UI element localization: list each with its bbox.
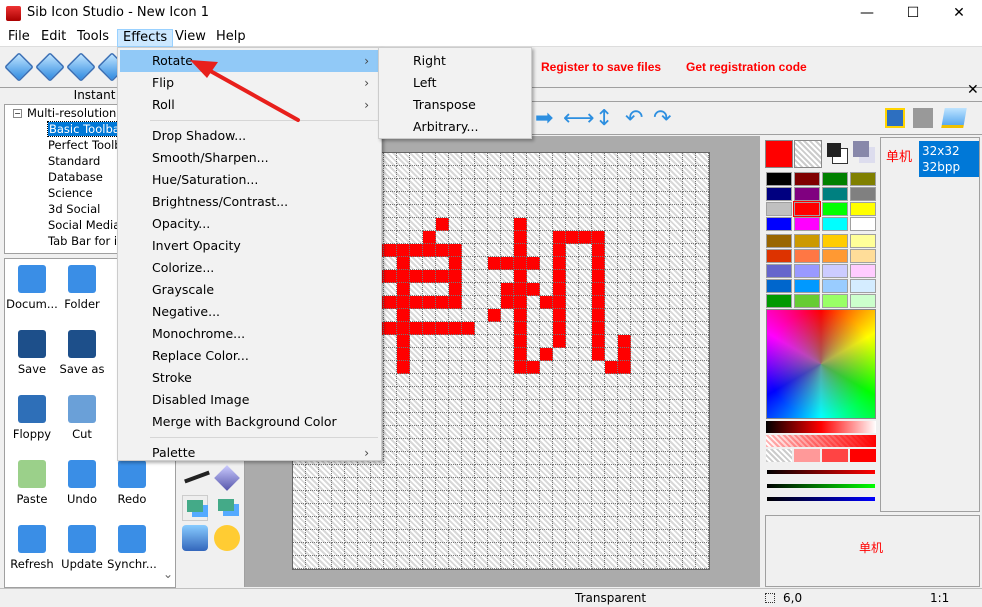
annotation-arrow [190, 60, 300, 122]
